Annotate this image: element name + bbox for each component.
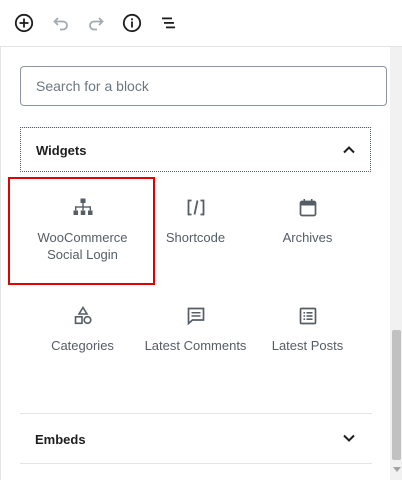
scrollbar-down-arrow-icon[interactable] [393,467,401,472]
block-latest-comments[interactable]: Latest Comments [139,289,252,389]
embeds-section-title[interactable]: Embeds [35,432,86,447]
block-label: Archives [282,230,333,245]
chevron-up-icon [343,146,355,154]
plus-circle-icon [14,13,34,33]
widgets-section-toggle[interactable]: Widgets [20,127,371,172]
outline-button[interactable] [156,11,180,35]
undo-icon [53,17,68,31]
block-archives[interactable]: Archives [251,181,364,281]
block-label: Shortcode [165,230,226,245]
top-toolbar [0,0,402,47]
redo-button[interactable] [84,11,108,35]
info-button[interactable] [120,11,144,35]
block-search-input[interactable] [20,66,387,106]
block-inserter-panel: Widgets WooCommerce Social Login [0,47,402,480]
block-latest-posts[interactable]: Latest Posts [251,289,364,389]
block-shortcode[interactable]: Shortcode [139,181,252,281]
redo-icon [89,17,104,31]
post-list-icon [299,307,316,325]
list-outline-icon [162,17,175,29]
widgets-section-title: Widgets [36,143,87,158]
sitemap-icon [73,198,92,215]
divider [20,463,372,464]
block-label: Latest Posts [271,338,344,353]
shapes-icon [74,305,92,325]
block-categories[interactable]: Categories [26,289,139,389]
shortcode-icon [187,199,204,216]
calendar-icon [299,199,316,217]
block-label: WooCommerce Social Login [37,230,128,262]
info-icon [122,13,142,33]
scrollbar-thumb[interactable] [392,330,401,460]
block-label: Latest Comments [144,338,247,353]
block-woocommerce-social-login[interactable]: WooCommerce Social Login [26,181,139,281]
chevron-down-icon[interactable] [339,428,359,448]
block-label: Categories [51,338,114,353]
comment-icon [187,307,204,326]
undo-button[interactable] [49,11,73,35]
divider [20,413,372,414]
add-block-button[interactable] [12,11,36,35]
